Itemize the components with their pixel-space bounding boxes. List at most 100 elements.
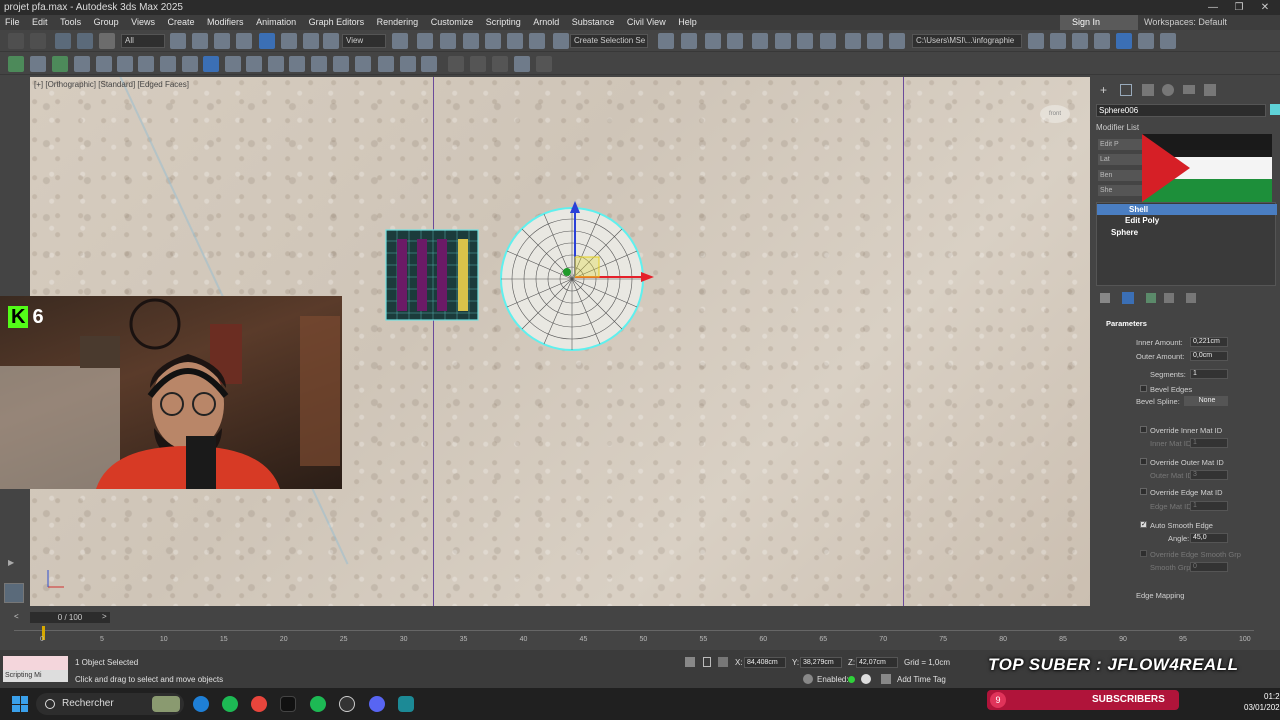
- render-setup-icon[interactable]: [845, 33, 861, 49]
- viewport-layout-icon[interactable]: [1116, 33, 1132, 49]
- sphere-icon[interactable]: [225, 56, 241, 72]
- bulb-icon[interactable]: [246, 56, 262, 72]
- z-coordinate-field[interactable]: 42,07cm: [856, 657, 898, 668]
- window-crossing-icon[interactable]: [236, 33, 252, 49]
- menu-substance[interactable]: Substance: [567, 15, 620, 30]
- toggle-command-panel-icon[interactable]: [1094, 33, 1110, 49]
- toggle-ribbon-icon[interactable]: [1072, 33, 1088, 49]
- motion-tab-icon[interactable]: [1162, 84, 1174, 96]
- rectangular-selection-icon[interactable]: [214, 33, 230, 49]
- material-editor-icon[interactable]: [820, 33, 836, 49]
- select-tool-icon[interactable]: [30, 56, 46, 72]
- lattice-button[interactable]: Lat: [1098, 154, 1144, 165]
- menu-customize[interactable]: Customize: [426, 15, 479, 30]
- edit-named-selection-icon[interactable]: [553, 33, 569, 49]
- keyboard-shortcut-icon[interactable]: [440, 33, 456, 49]
- toggle-scene-explorer-icon[interactable]: [1050, 33, 1066, 49]
- named-selection-dropdown[interactable]: Create Selection Se: [570, 34, 648, 48]
- curve-editor-icon[interactable]: [775, 33, 791, 49]
- workspaces-dropdown[interactable]: Workspaces: Default: [1144, 15, 1227, 30]
- question-icon[interactable]: [421, 56, 437, 72]
- sun-icon[interactable]: [74, 56, 90, 72]
- chrome-icon[interactable]: [251, 696, 267, 712]
- align-center-icon[interactable]: [470, 56, 486, 72]
- menu-animation[interactable]: Animation: [251, 15, 301, 30]
- override-smooth-checkbox[interactable]: [1140, 550, 1147, 557]
- add-time-tag[interactable]: Add Time Tag: [897, 675, 946, 684]
- select-manipulate-icon[interactable]: [417, 33, 433, 49]
- edge-icon[interactable]: [193, 696, 209, 712]
- spotify-alt-icon[interactable]: [310, 696, 326, 712]
- edit-poly-button[interactable]: Edit P: [1098, 139, 1144, 150]
- unlink-icon[interactable]: [77, 33, 93, 49]
- obs-icon[interactable]: [339, 696, 355, 712]
- select-object-icon[interactable]: [170, 33, 186, 49]
- viewport-thumbnail[interactable]: [4, 583, 24, 603]
- tiktok-icon[interactable]: [280, 696, 296, 712]
- select-and-rotate-icon[interactable]: [281, 33, 297, 49]
- gear-icon[interactable]: [182, 56, 198, 72]
- auto-smooth-checkbox[interactable]: ✓: [1140, 521, 1147, 528]
- stack-item-edit-poly[interactable]: Edit Poly: [1097, 215, 1277, 226]
- edge-mat-field[interactable]: 1: [1190, 501, 1228, 511]
- display-tab-icon[interactable]: [1183, 85, 1195, 94]
- box-select-icon[interactable]: [117, 56, 133, 72]
- no-icon[interactable]: [355, 56, 371, 72]
- segments-field[interactable]: 1: [1190, 369, 1228, 379]
- parameters-header[interactable]: Parameters: [1106, 319, 1147, 328]
- bevel-spline-button[interactable]: None: [1184, 396, 1228, 406]
- lock-selection-icon[interactable]: [703, 657, 711, 667]
- schematic-view-icon[interactable]: [797, 33, 813, 49]
- align-icon[interactable]: [681, 33, 697, 49]
- spotify-icon[interactable]: [222, 696, 238, 712]
- discord-icon[interactable]: [369, 696, 385, 712]
- stack-item-shell[interactable]: Shell: [1097, 204, 1277, 215]
- x-coordinate-field[interactable]: 84,408cm: [744, 657, 786, 668]
- enabled-indicator[interactable]: [848, 676, 855, 683]
- windows-start-icon[interactable]: [12, 696, 28, 712]
- viewport-label[interactable]: [+] [Orthographic] [Standard] [Edged Fac…: [34, 80, 189, 89]
- lock-icon[interactable]: [268, 56, 284, 72]
- bind-space-warp-icon[interactable]: [99, 33, 115, 49]
- grid-icon[interactable]: [311, 56, 327, 72]
- render-icon[interactable]: [889, 33, 905, 49]
- redo-icon[interactable]: [30, 33, 46, 49]
- y-coordinate-field[interactable]: 38,279cm: [800, 657, 842, 668]
- maximize-button[interactable]: ❐: [1226, 0, 1252, 15]
- document-icon[interactable]: [400, 56, 416, 72]
- ribbon-icon[interactable]: [752, 33, 768, 49]
- smooth-grp-field[interactable]: 0: [1190, 562, 1228, 572]
- layer-explorer-icon[interactable]: [727, 33, 743, 49]
- widget-icon[interactable]: [152, 696, 180, 712]
- align-right-icon[interactable]: [492, 56, 508, 72]
- object-name-field[interactable]: Sphere006: [1096, 104, 1266, 117]
- pin-stack-icon[interactable]: [1100, 293, 1110, 303]
- utilities-tab-icon[interactable]: [1204, 84, 1216, 96]
- more-icon[interactable]: [536, 56, 552, 72]
- outer-mat-field[interactable]: 3: [1190, 470, 1228, 480]
- modify-tab-icon[interactable]: [1120, 84, 1132, 96]
- absolute-mode-icon[interactable]: [718, 657, 728, 667]
- override-edge-checkbox[interactable]: [1140, 488, 1147, 495]
- minimize-button[interactable]: —: [1200, 0, 1226, 15]
- object-color-swatch[interactable]: [1270, 104, 1280, 115]
- menu-arnold[interactable]: Arnold: [528, 15, 564, 30]
- arnold-icon[interactable]: [1138, 33, 1154, 49]
- rendered-frame-window-icon[interactable]: [867, 33, 883, 49]
- make-unique-icon[interactable]: [1146, 293, 1156, 303]
- select-by-name-icon[interactable]: [192, 33, 208, 49]
- hierarchy-tab-icon[interactable]: [1142, 84, 1154, 96]
- mirror-icon[interactable]: [658, 33, 674, 49]
- select-and-move-icon[interactable]: [259, 33, 275, 49]
- menu-rendering[interactable]: Rendering: [372, 15, 424, 30]
- 3ds-max-icon[interactable]: [398, 696, 414, 712]
- menu-edit[interactable]: Edit: [27, 15, 53, 30]
- menu-help[interactable]: Help: [673, 15, 702, 30]
- selection-filter-dropdown[interactable]: All: [121, 34, 165, 48]
- placement-icon[interactable]: [323, 33, 339, 49]
- menu-create[interactable]: Create: [163, 15, 200, 30]
- cage-object[interactable]: [385, 229, 479, 321]
- sign-in-button[interactable]: Sign In: [1060, 15, 1138, 30]
- menu-modifiers[interactable]: Modifiers: [202, 15, 249, 30]
- menu-tools[interactable]: Tools: [55, 15, 86, 30]
